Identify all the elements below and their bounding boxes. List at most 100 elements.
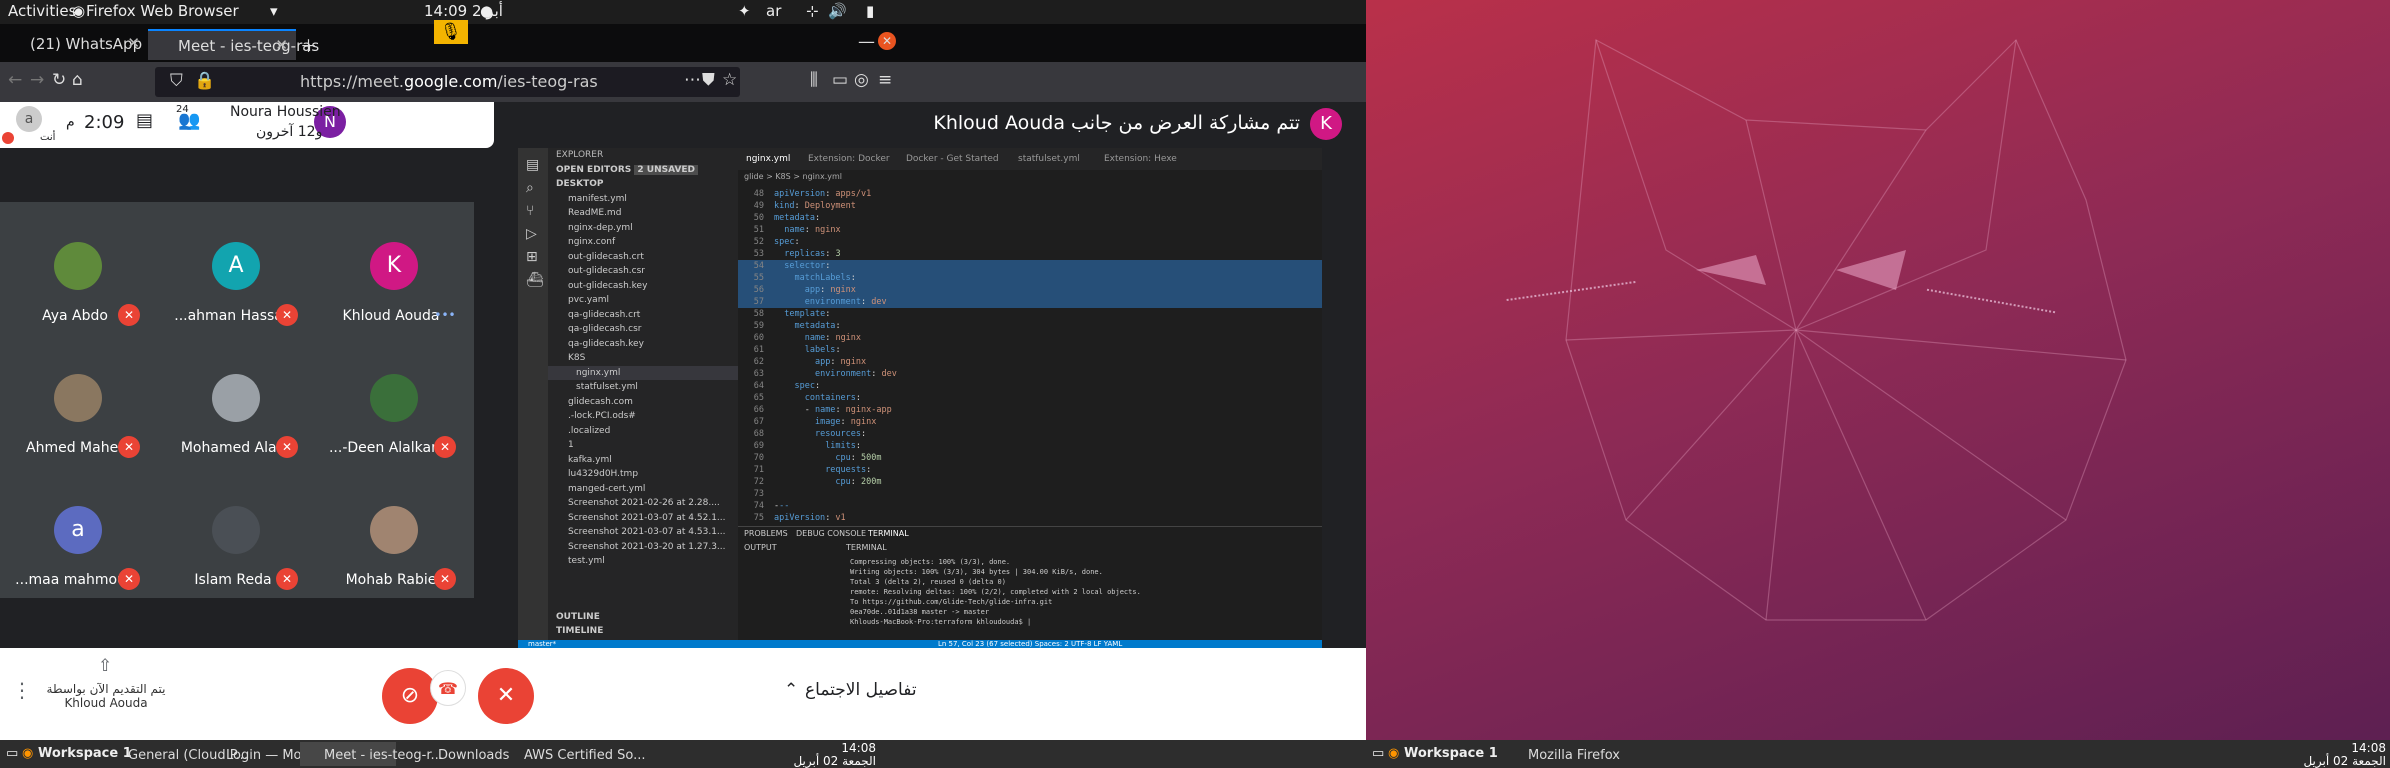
new-tab-icon[interactable]: ＋ (300, 32, 317, 57)
reload-icon[interactable]: ↻ (52, 70, 66, 90)
cursor-status[interactable]: Ln 57, Col 23 (67 selected) Spaces: 2 UT… (938, 640, 1122, 648)
participant-tile[interactable]: K Khloud Aouda ••• (316, 202, 474, 334)
participant-tile[interactable]: a ...maa mahmoud ✕ (0, 466, 158, 598)
url-bar[interactable]: https://meet.google.com/ies-teog-ras (155, 67, 740, 97)
taskbar-item[interactable]: Mozilla Firefox (1504, 742, 1620, 766)
file-item[interactable]: nginx.yml (548, 365, 738, 380)
timeline-section[interactable]: TIMELINE (548, 624, 603, 639)
language-indicator[interactable]: ar (766, 2, 781, 20)
editor-tab[interactable]: Extension: Docker (808, 154, 890, 164)
chat-icon[interactable]: ▤ (136, 110, 153, 131)
output-pane-title: OUTPUT (744, 543, 777, 552)
workspace-switcher[interactable]: Workspace 1 (1404, 746, 1498, 761)
menu-icon[interactable]: ≡ (878, 70, 892, 90)
file-item[interactable]: Screenshot 2021-02-26 at 2.28.... (548, 496, 738, 511)
shield-icon[interactable]: ⛉ (170, 71, 183, 91)
lock-icon[interactable]: 🔒 (194, 71, 215, 91)
participant-tile[interactable]: Islam Reda ✕ (158, 466, 316, 598)
pocket-icon[interactable]: ⛊ (702, 70, 715, 90)
show-desktop-icon[interactable]: ▭ (6, 746, 18, 761)
file-item[interactable]: ReadME.md (548, 206, 738, 221)
file-item[interactable]: pvc.yaml (548, 293, 738, 308)
participant-tile[interactable]: Ahmed Maher ✕ (0, 334, 158, 466)
minimize-icon[interactable]: — (858, 32, 875, 52)
tab-meet[interactable]: Meet - ies-teog-ras ✕ (148, 29, 319, 60)
editor-tab[interactable]: nginx.yml (746, 154, 790, 164)
file-item[interactable]: nginx-dep.yml (548, 221, 738, 236)
taskbar-item[interactable]: General (Cloud P... (104, 742, 248, 766)
file-item[interactable]: out-glidecash.crt (548, 250, 738, 265)
taskbar-item[interactable]: AWS Certified So... (500, 742, 646, 766)
file-item[interactable]: glidecash.com (548, 395, 738, 410)
volume-icon[interactable]: 🔊 (828, 2, 847, 20)
participant-avatar (54, 242, 102, 290)
file-item[interactable]: 1 (548, 438, 738, 453)
participant-tile[interactable]: A ...ahman Hassan ✕ (158, 202, 316, 334)
activities-button[interactable]: Activities (8, 2, 76, 20)
file-item[interactable]: Screenshot 2021-03-07 at 4.52.1... (548, 511, 738, 526)
editor-tab[interactable]: statfulset.yml (1018, 154, 1080, 164)
home-icon[interactable]: ⌂ (72, 70, 83, 90)
file-item[interactable]: qa-glidecash.crt (548, 308, 738, 323)
show-desktop-icon[interactable]: ▭ (1372, 746, 1384, 761)
forward-icon[interactable]: → (30, 70, 44, 90)
back-icon[interactable]: ← (8, 70, 22, 90)
panel-tab[interactable]: TERMINAL (868, 529, 909, 538)
file-item[interactable]: test.yml (548, 554, 738, 569)
terminal-output[interactable]: Compressing objects: 100% (3/3), done. Wr… (850, 557, 1141, 627)
file-item[interactable]: .localized (548, 424, 738, 439)
file-item[interactable]: lu4329d0H.tmp (548, 467, 738, 482)
file-item[interactable]: nginx.conf (548, 235, 738, 250)
git-branch[interactable]: master* (528, 640, 556, 648)
outline-section[interactable]: OUTLINE (548, 610, 600, 625)
participant-tile[interactable]: Mohamed Alaa ✕ (158, 334, 316, 466)
file-item[interactable]: kafka.yml (548, 453, 738, 468)
line-number: 69 (753, 441, 764, 451)
mic-off-button[interactable]: ✕ (478, 668, 534, 724)
tab-whatsapp[interactable]: (21) WhatsApp ✕ (0, 29, 148, 60)
participant-tile[interactable]: ...-Deen Alalkamy ✕ (316, 334, 474, 466)
close-window-icon[interactable]: ✕ (878, 32, 896, 50)
battery-icon[interactable]: ▮ (866, 2, 874, 20)
file-item[interactable]: manged-cert.yml (548, 482, 738, 497)
file-item[interactable]: K8S (548, 351, 738, 366)
taskbar-clock[interactable]: 14:08 الجمعة 02 أبريل (793, 742, 876, 768)
shared-screen-vscode: ▤ ⌕ ⑂ ▷ ⊞ ⛴ EXPLORER OPEN EDITORS 2 UNSAVED D… (518, 148, 1322, 650)
file-item[interactable]: manifest.yml (548, 192, 738, 207)
file-item[interactable]: .-lock.PCI.ods# (548, 409, 738, 424)
more-icon[interactable]: ⋯ (684, 70, 701, 90)
camera-off-button[interactable]: ⊘ (382, 668, 438, 724)
close-icon[interactable]: ✕ (275, 36, 288, 54)
participant-tile[interactable]: Mohab Rabie ✕ (316, 466, 474, 598)
file-item[interactable]: statfulset.yml (548, 380, 738, 395)
desktop-section[interactable]: DESKTOP (548, 177, 738, 192)
editor-tab[interactable]: Extension: Hexe (1104, 154, 1177, 164)
library-icon[interactable]: ⫼ (810, 70, 818, 90)
editor-tab[interactable]: Docker - Get Started (906, 154, 999, 164)
bookmark-star-icon[interactable]: ☆ (722, 70, 737, 90)
taskbar-item[interactable]: Meet - ies-teog-r... (300, 742, 443, 766)
leave-call-button[interactable]: ☎ (430, 670, 466, 706)
more-options-icon[interactable]: ⋮ (12, 678, 32, 702)
file-item[interactable]: Screenshot 2021-03-20 at 1.27.3... (548, 540, 738, 555)
file-item[interactable]: Screenshot 2021-03-07 at 4.53.1... (548, 525, 738, 540)
teams-tray-icon[interactable]: ✦ (738, 2, 751, 20)
panel-tab[interactable]: PROBLEMS (744, 529, 788, 538)
taskbar-clock[interactable]: 14:08 الجمعة 02 أبريل (2303, 742, 2386, 768)
participant-tile[interactable]: Aya Abdo ✕ (0, 202, 158, 334)
file-item[interactable]: qa-glidecash.key (548, 337, 738, 352)
open-editors-section[interactable]: OPEN EDITORS 2 UNSAVED (548, 163, 738, 178)
close-icon[interactable]: ✕ (127, 34, 140, 52)
panel-tab[interactable]: DEBUG CONSOLE (796, 529, 866, 538)
file-item[interactable]: out-glidecash.key (548, 279, 738, 294)
taskbar-item[interactable]: Login — Mozilla ... (202, 742, 344, 766)
meeting-details-button[interactable]: تفاصيل الاجتماع (805, 680, 917, 700)
taskbar-item[interactable]: Downloads (414, 742, 509, 766)
account-icon[interactable]: ◎ (854, 70, 869, 90)
file-item[interactable]: qa-glidecash.csr (548, 322, 738, 337)
code-editor[interactable]: 48 apiVersion: apps/v1 49 kind: Deployment 5… (738, 188, 1322, 523)
network-icon[interactable]: ⊹ (806, 2, 819, 20)
sidebar-icon[interactable]: ▭ (832, 70, 848, 90)
file-item[interactable]: out-glidecash.csr (548, 264, 738, 279)
app-menu[interactable]: Firefox Web Browser (86, 2, 239, 20)
